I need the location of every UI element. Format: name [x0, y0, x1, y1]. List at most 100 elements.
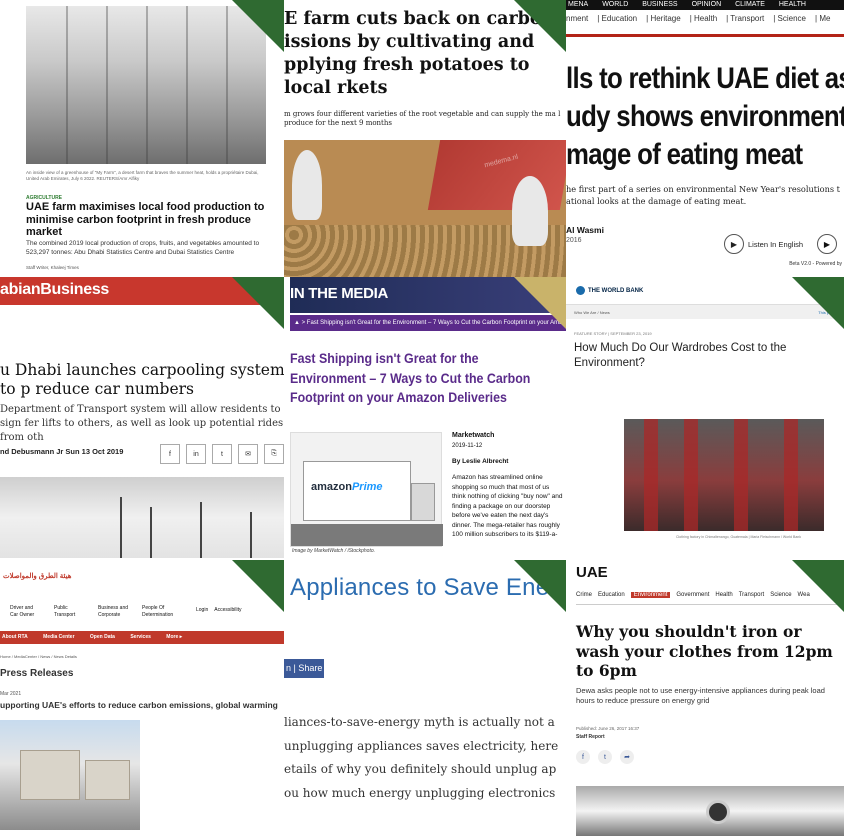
breadcrumb[interactable]: Home / MediaCenter / News / News Details — [0, 654, 77, 659]
greenhouse-photo — [26, 6, 266, 164]
nav-item[interactable]: Business and Corporate — [98, 605, 130, 619]
article-tile-potatoes[interactable]: E farm cuts back on carbon issions by cu… — [284, 0, 566, 140]
nav-item[interactable]: HEALTH — [779, 1, 806, 8]
section-nav: Crime Education Environment Government H… — [576, 592, 810, 598]
article-headline[interactable]: upporting UAE's efforts to reduce carbon… — [0, 700, 284, 710]
nav-item[interactable]: Education — [598, 592, 625, 598]
corner-fold — [232, 0, 284, 52]
article-tile-carpooling[interactable]: abianBusiness u Dhabi launches carpoolin… — [0, 277, 284, 558]
listen-arabic-button[interactable]: ▶ — [817, 234, 837, 254]
nav-item[interactable]: More ▸ — [166, 634, 182, 640]
article-headline[interactable]: Why you shouldn't iron or wash your clot… — [576, 622, 844, 681]
publish-year: 2016 — [566, 237, 582, 244]
section-title: IN THE MEDIA — [290, 285, 389, 302]
washing-machine-photo — [576, 786, 844, 836]
main-nav: Driver and Car Owner Public Transport Bu… — [10, 605, 174, 619]
worker-figure — [292, 150, 322, 220]
nav-item[interactable]: Public Transport — [54, 605, 86, 619]
divider — [566, 34, 844, 37]
nav-item-active[interactable]: Environment — [630, 592, 671, 598]
article-tile-wardrobes[interactable]: THE WORLD BANK Who We Are / News This pa… — [566, 277, 844, 560]
section-brand[interactable]: UAE — [576, 564, 608, 581]
article-tile-uae-diet[interactable]: MENA WORLD BUSINESS OPINION CLIMATE HEAL… — [566, 0, 844, 277]
article-summary: The combined 2019 local production of cr… — [26, 240, 260, 256]
play-icon: ▶ — [823, 239, 831, 249]
share-button[interactable]: n | Share — [284, 659, 324, 678]
nav-item[interactable]: Driver and Car Owner — [10, 605, 42, 619]
amazon-truck-image: amazonPrime — [290, 432, 443, 547]
play-icon: ▶ — [724, 234, 744, 254]
truck-logo: amazonPrime — [311, 481, 383, 493]
nav-item[interactable]: CLIMATE — [735, 1, 765, 8]
corner-fold — [792, 560, 844, 612]
nav-item[interactable]: Services — [130, 634, 151, 640]
nav-item[interactable]: Open Data — [90, 634, 115, 640]
nav-item[interactable]: OPINION — [692, 1, 722, 8]
subnav-item[interactable]: Me — [819, 14, 830, 23]
nav-item[interactable]: MENA — [568, 1, 588, 8]
source-name: Marketwatch — [452, 432, 495, 439]
corner-fold — [514, 277, 566, 329]
globe-icon — [576, 286, 585, 295]
login-link[interactable]: Login — [196, 607, 208, 613]
nav-item[interactable]: Health — [715, 592, 732, 598]
corner-fold — [792, 277, 844, 329]
nav-item[interactable]: WORLD — [602, 1, 628, 8]
article-intro: he first part of a series on environment… — [566, 184, 840, 206]
share-buttons: f t ➦ — [576, 750, 634, 764]
nav-item[interactable]: About RTA — [2, 634, 28, 640]
nav-item[interactable]: BUSINESS — [642, 1, 677, 8]
subnav-item[interactable]: Science — [778, 14, 806, 23]
publish-date: Published: June 26, 2017 16:37 — [576, 726, 640, 731]
article-headline[interactable]: u Dhabi launches carpooling system to p … — [0, 361, 284, 399]
subnav-item[interactable]: Heritage — [650, 14, 680, 23]
twitter-icon[interactable]: t — [598, 750, 612, 764]
top-nav: MENA WORLD BUSINESS OPINION CLIMATE HEAL… — [566, 0, 844, 10]
article-tile-appliances[interactable]: Appliances to Save Ener n | Share liance… — [284, 560, 566, 836]
corner-fold — [514, 560, 566, 612]
photo-caption: Clothing factory in Chimaltenango, Guate… — [676, 535, 801, 539]
article-headline[interactable]: Fast Shipping isn't Great for the Enviro… — [290, 349, 538, 408]
article-tile-ironing[interactable]: UAE Crime Education Environment Governme… — [566, 560, 844, 836]
article-subheading: Department of Transport system will allo… — [0, 404, 284, 443]
nav-item[interactable]: Media Center — [43, 634, 74, 640]
subnav-item[interactable]: nment — [566, 14, 588, 23]
subnav-item[interactable]: Education — [602, 14, 638, 23]
article-body: liances-to-save-energy myth is actually … — [284, 715, 559, 800]
publication-logo[interactable]: abianBusiness — [0, 281, 109, 299]
article-tile-rta[interactable]: هيئة الطرق والمواصلات RTA Driver and Car… — [0, 560, 284, 836]
copy-icon[interactable]: ⎘ — [264, 444, 284, 464]
subnav-item[interactable]: Transport — [730, 14, 764, 23]
mail-icon[interactable]: ✉ — [238, 444, 258, 464]
rta-logo[interactable]: هيئة الطرق والمواصلات — [3, 572, 71, 580]
facebook-icon[interactable]: f — [160, 444, 180, 464]
author-name: By Leslie Albrecht — [452, 458, 509, 465]
subnav-item[interactable]: Health — [694, 14, 717, 23]
nav-item[interactable]: Science — [770, 592, 791, 598]
author-name[interactable]: Al Wasmi — [566, 225, 604, 235]
linkedin-icon[interactable]: in — [186, 444, 206, 464]
corner-fold — [232, 560, 284, 612]
factory-photo — [624, 419, 824, 531]
article-tile-fast-shipping[interactable]: IN THE MEDIA ▲ > Fast Shipping isn't Gre… — [284, 277, 566, 560]
nav-item[interactable]: Government — [676, 592, 709, 598]
nav-item[interactable]: Transport — [739, 592, 764, 598]
twitter-icon[interactable]: t — [212, 444, 232, 464]
listen-button[interactable]: ▶ Listen In English — [724, 234, 803, 254]
section-title: Press Releases — [0, 668, 74, 679]
nav-item[interactable]: People Of Determination — [142, 605, 174, 619]
dial-icon — [706, 800, 730, 824]
article-subheading: m grows four different varieties of the … — [284, 110, 561, 127]
article-headline[interactable]: How Much Do Our Wardrobes Cost to the En… — [574, 341, 834, 371]
facebook-icon[interactable]: f — [576, 750, 590, 764]
article-tile-uae-farm[interactable]: An inside view of a greenhouse of "My Fa… — [0, 0, 284, 277]
worker-figure — [512, 176, 548, 246]
share-arrow-icon[interactable]: ➦ — [620, 750, 634, 764]
nav-item[interactable]: Crime — [576, 592, 592, 598]
photo-caption: An inside view of a greenhouse of "My Fa… — [26, 170, 259, 181]
article-headline[interactable]: UAE farm maximises local food production… — [26, 201, 266, 239]
article-date: Mar 2021 — [0, 691, 22, 697]
article-body: Amazon has streamlined online shopping s… — [452, 474, 563, 538]
article-headline[interactable]: lls to rethink UAE diet as udy shows env… — [566, 60, 844, 174]
worldbank-logo[interactable]: THE WORLD BANK — [576, 286, 643, 295]
